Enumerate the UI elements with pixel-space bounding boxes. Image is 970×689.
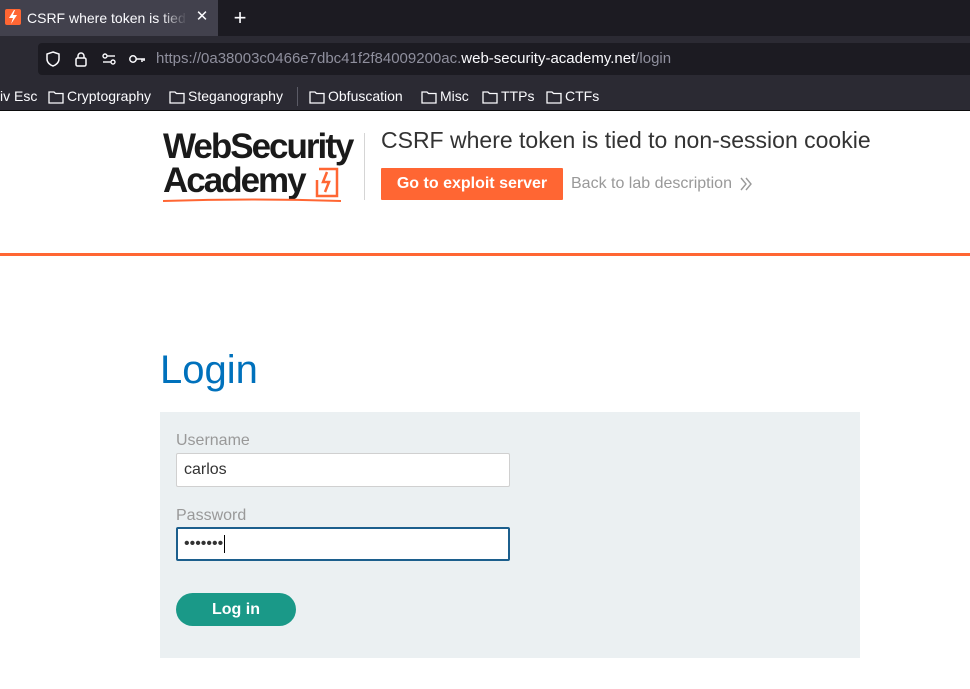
lightning-bolt-icon [315,167,339,198]
bookmark-label: Steganography [188,88,283,104]
bookmark-ttps[interactable]: TTPs [482,86,538,106]
back-to-lab-description-link[interactable]: Back to lab description [571,174,732,194]
bookmarks-bar: iv Esc Cryptography Steganography Obfusc… [0,82,970,111]
lock-icon[interactable] [73,51,89,67]
shield-icon[interactable] [45,51,61,67]
url-prefix: https://0a38003c0466e7dbc41f2f84009200ac… [156,50,462,67]
header-accent-rule [0,253,970,256]
tab-active[interactable]: CSRF where token is tied to non-session … [0,0,218,36]
bookmark-label: iv Esc [0,88,38,104]
permissions-icon[interactable] [101,51,117,67]
log-in-button[interactable]: Log in [176,593,296,626]
folder-icon [169,91,185,104]
folder-icon [421,91,437,104]
bookmark-ctfs[interactable]: CTFs [546,86,602,106]
logo-underline [163,198,341,202]
web-security-academy-logo[interactable]: WebSecurity Academy [163,128,363,206]
new-tab-button[interactable]: + [229,6,251,30]
password-label: Password [176,507,247,524]
bookmark-cryptography[interactable]: Cryptography [48,86,160,106]
url-domain: web-security-academy.net [461,50,636,67]
bookmark-label: Misc [440,88,469,104]
tab-bar: CSRF where token is tied to non-session … [0,0,970,36]
nav-bar: https://0a38003c0466e7dbc41f2f84009200ac… [0,36,970,82]
url-path: /login [635,50,672,67]
bookmark-label: Obfuscation [328,88,403,104]
password-value: ••••••• [184,535,224,552]
bookmark-label: TTPs [501,88,535,104]
bookmarks-separator [297,87,298,106]
lab-title: CSRF where token is tied to non-session … [381,127,871,153]
go-to-exploit-server-button[interactable]: Go to exploit server [381,168,563,200]
lightning-favicon-icon [5,9,21,25]
password-input[interactable]: ••••••• [176,527,510,561]
folder-icon [309,91,325,104]
bookmark-steganography[interactable]: Steganography [169,86,291,106]
double-chevron-right-icon[interactable] [739,176,753,192]
folder-icon [482,91,498,104]
url-bar[interactable]: https://0a38003c0466e7dbc41f2f84009200ac… [38,43,970,75]
header-divider [364,133,365,200]
tab-close-icon[interactable]: ✕ [194,8,210,26]
folder-icon [546,91,562,104]
username-input[interactable]: carlos [176,453,510,487]
text-caret [224,534,226,553]
bookmark-label: Cryptography [67,88,152,104]
url-text[interactable]: https://0a38003c0466e7dbc41f2f84009200ac… [156,50,671,68]
login-heading: Login [160,348,258,392]
bookmark-label: CTFs [565,88,600,104]
logo-text-line2: Academy [163,161,307,200]
bookmark-obfuscation[interactable]: Obfuscation [309,86,409,106]
folder-icon [48,91,64,104]
bookmark-misc[interactable]: Misc [421,86,473,106]
username-label: Username [176,432,250,449]
tab-title: CSRF where token is tied to non-session … [27,9,187,27]
key-icon[interactable] [128,51,146,67]
username-value: carlos [184,461,227,478]
